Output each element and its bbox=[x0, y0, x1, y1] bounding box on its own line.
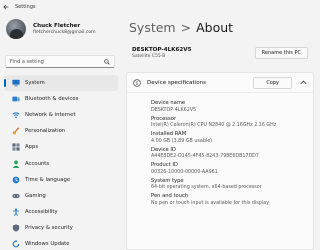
paintbrush-icon bbox=[12, 127, 20, 135]
monitor-icon bbox=[12, 79, 20, 87]
sidebar-item-accounts[interactable]: Accounts bbox=[4, 155, 118, 171]
spec-value-installed-ram: 4.00 GB (3.89 GB usable) bbox=[151, 138, 213, 144]
spec-label-device-id: Device ID bbox=[151, 146, 176, 153]
window-title: Settings bbox=[15, 3, 36, 10]
spec-value-system-type: 64-bit operating system, x64-based proce… bbox=[151, 185, 262, 190]
clock-globe-icon bbox=[12, 176, 20, 184]
update-icon bbox=[12, 239, 20, 248]
sidebar-item-label: Accessibility bbox=[25, 208, 58, 215]
title-bar: Settings bbox=[0, 0, 318, 13]
sidebar-item-label: Gaming bbox=[25, 192, 46, 199]
search-icon[interactable] bbox=[104, 59, 110, 65]
sidebar-item-time-language[interactable]: Time & language bbox=[4, 172, 118, 188]
chevron-up-icon[interactable] bbox=[300, 80, 307, 85]
sidebar-item-label: Accounts bbox=[25, 160, 50, 167]
spec-value-device-name: DESKTOP-4LK62V5 bbox=[151, 107, 197, 113]
breadcrumb: System > About bbox=[129, 20, 233, 35]
sidebar-item-label: Privacy & security bbox=[25, 224, 73, 231]
sidebar-item-label: Time & language bbox=[25, 176, 71, 183]
device-specifications-header[interactable]: Device specifications Copy bbox=[127, 73, 313, 93]
spec-value-product-id: 00326-10000-00000-AA961 bbox=[151, 169, 218, 175]
device-name: DESKTOP-4LK62V5 bbox=[132, 46, 192, 53]
profile-name: Chuck Fletcher bbox=[33, 23, 81, 29]
spec-label-processor: Processor bbox=[151, 115, 176, 122]
sidebar: Chuck Fletcher fletcherchuck8@gmail.com … bbox=[0, 13, 122, 250]
device-specifications-panel: Device specifications Copy Device name D… bbox=[126, 72, 314, 250]
profile-email: fletcherchuck8@gmail.com bbox=[33, 30, 96, 35]
breadcrumb-separator: > bbox=[180, 20, 192, 35]
wifi-icon bbox=[12, 111, 20, 119]
spec-value-processor: Intel(R) Celeron(R) CPU N2840 @ 2.16GHz … bbox=[151, 123, 277, 128]
spec-label-product-id: Product ID bbox=[151, 162, 178, 168]
person-icon bbox=[12, 160, 20, 168]
spec-value-pen-touch: No pen or touch input is available for t… bbox=[151, 200, 269, 206]
accessibility-icon bbox=[12, 208, 20, 216]
sidebar-item-label: Windows Update bbox=[25, 240, 70, 247]
sidebar-item-bluetooth[interactable]: Bluetooth & devices bbox=[4, 91, 118, 107]
apps-icon bbox=[12, 143, 20, 152]
spec-label-pen-touch: Pen and touch bbox=[151, 193, 189, 199]
sidebar-item-privacy-security[interactable]: Privacy & security bbox=[4, 220, 118, 236]
sidebar-item-network[interactable]: Network & internet bbox=[4, 107, 118, 123]
sidebar-item-apps[interactable]: Apps bbox=[4, 139, 118, 155]
sidebar-item-label: Bluetooth & devices bbox=[25, 96, 79, 103]
spec-label-installed-ram: Installed RAM bbox=[151, 131, 187, 137]
device-card: DESKTOP-4LK62V5 Satellite C55-B Rename t… bbox=[126, 41, 314, 65]
shield-icon bbox=[12, 224, 20, 232]
sidebar-item-label: System bbox=[25, 80, 45, 87]
main-content: System > About DESKTOP-4LK62V5 Satellite… bbox=[122, 13, 318, 250]
bluetooth-devices-icon bbox=[12, 95, 20, 103]
search-box[interactable] bbox=[5, 55, 115, 68]
breadcrumb-parent[interactable]: System bbox=[129, 20, 176, 35]
sidebar-item-label: Network & internet bbox=[25, 112, 76, 119]
avatar bbox=[6, 19, 26, 39]
info-icon bbox=[133, 78, 141, 87]
spec-label-device-name: Device name bbox=[151, 100, 186, 106]
sidebar-item-system[interactable]: System bbox=[4, 75, 118, 92]
page-title: About bbox=[196, 20, 234, 35]
rename-pc-button[interactable]: Rename this PC bbox=[254, 47, 308, 59]
spec-list: Device name DESKTOP-4LK62V5 Processor In… bbox=[127, 93, 313, 207]
sidebar-item-accessibility[interactable]: Accessibility bbox=[4, 204, 118, 220]
copy-button[interactable]: Copy bbox=[253, 76, 292, 89]
spec-value-device-id: A44E8DE2-D145-4F45-8243-798E6DB17DD7 bbox=[151, 154, 259, 159]
nav-list: System Bluetooth & devices Network & int… bbox=[0, 75, 122, 250]
sidebar-item-label: Personalization bbox=[25, 128, 66, 135]
section-title: Device specifications bbox=[147, 79, 207, 86]
user-profile[interactable]: Chuck Fletcher fletcherchuck8@gmail.com bbox=[6, 19, 96, 39]
sidebar-item-label: Apps bbox=[25, 144, 39, 151]
back-button[interactable] bbox=[0, 0, 12, 13]
search-input[interactable] bbox=[10, 58, 102, 65]
sidebar-item-personalization[interactable]: Personalization bbox=[4, 123, 118, 139]
sidebar-item-gaming[interactable]: Gaming bbox=[4, 188, 118, 204]
back-arrow-icon bbox=[3, 4, 9, 9]
sidebar-item-windows-update[interactable]: Windows Update bbox=[4, 236, 118, 250]
spec-label-system-type: System type bbox=[151, 177, 184, 184]
device-model: Satellite C55-B bbox=[132, 53, 166, 59]
controller-icon bbox=[12, 192, 20, 200]
